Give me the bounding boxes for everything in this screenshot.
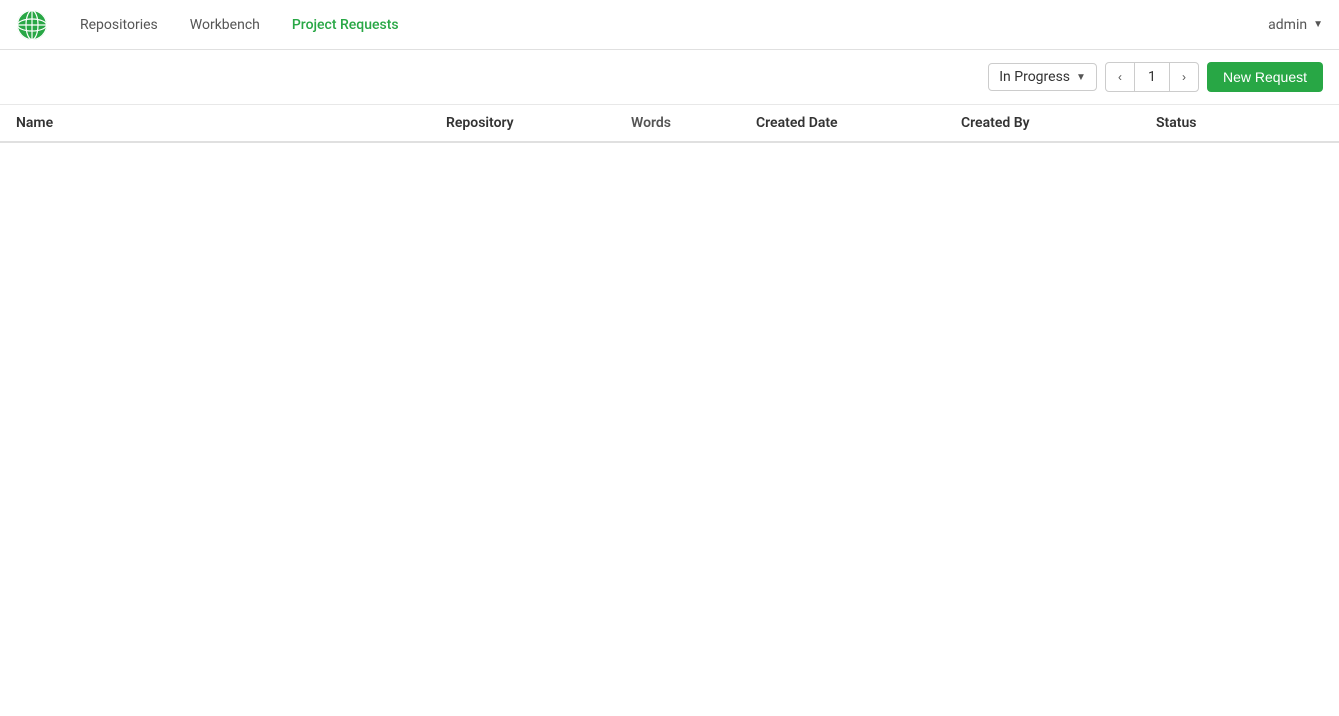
requests-table: Name Repository Words Created Date Creat… [0,105,1339,643]
column-header-words: Words [631,115,756,131]
column-header-created-by: Created By [961,115,1156,131]
column-header-created-date: Created Date [756,115,961,131]
pagination: ‹ 1 › [1105,62,1199,92]
app-logo[interactable] [16,9,48,41]
user-dropdown-arrow: ▼ [1313,19,1323,30]
column-header-name: Name [16,115,446,131]
pagination-current-page: 1 [1135,62,1169,92]
user-menu[interactable]: admin ▼ [1268,17,1323,33]
new-request-button[interactable]: New Request [1207,62,1323,92]
filter-dropdown[interactable]: In Progress ▼ [988,63,1097,91]
nav-links: Repositories Workbench Project Requests [68,11,1268,39]
table-body [0,143,1339,643]
nav-project-requests[interactable]: Project Requests [280,11,411,39]
column-header-repository: Repository [446,115,631,131]
filter-caret-icon: ▼ [1076,72,1086,83]
nav-workbench[interactable]: Workbench [178,11,272,39]
username-label: admin [1268,17,1307,33]
navbar: Repositories Workbench Project Requests … [0,0,1339,50]
filter-label: In Progress [999,69,1070,85]
nav-repositories[interactable]: Repositories [68,11,170,39]
toolbar: In Progress ▼ ‹ 1 › New Request [0,50,1339,105]
column-header-status: Status [1156,115,1323,131]
table-header: Name Repository Words Created Date Creat… [0,105,1339,143]
pagination-next-button[interactable]: › [1169,62,1199,92]
pagination-prev-button[interactable]: ‹ [1105,62,1135,92]
